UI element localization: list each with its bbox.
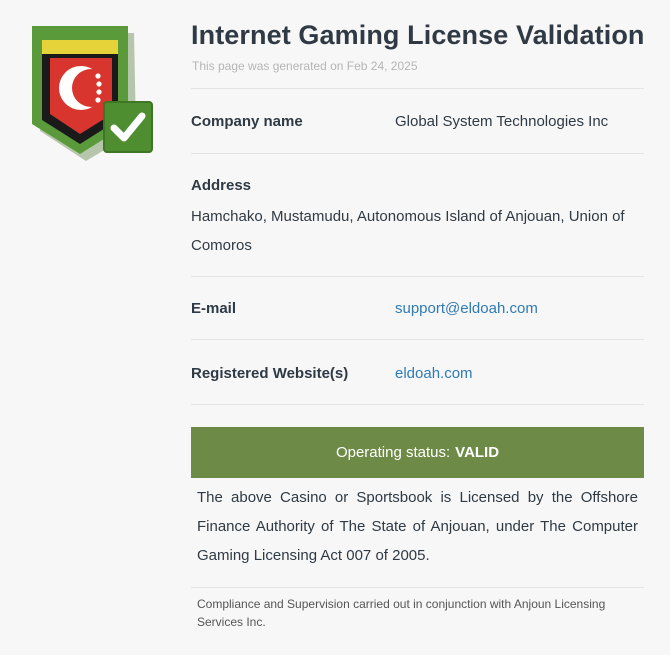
- website-link[interactable]: eldoah.com: [395, 365, 473, 382]
- status-value: VALID: [455, 444, 500, 461]
- address-label: Address: [191, 177, 252, 194]
- license-seal-logo: [32, 26, 153, 161]
- page-title: Internet Gaming License Validation: [191, 20, 645, 50]
- status-label: Operating status:: [335, 444, 451, 461]
- compliance-note: Compliance and Supervision carried out i…: [197, 597, 606, 629]
- divider: [191, 276, 644, 277]
- company-name-label: Company name: [191, 113, 303, 130]
- divider: [191, 404, 644, 405]
- divider: [191, 587, 644, 588]
- license-description: The above Casino or Sportsbook is Licens…: [197, 489, 638, 564]
- divider: [191, 153, 644, 154]
- website-label: Registered Website(s): [191, 365, 349, 382]
- divider: [191, 88, 644, 89]
- divider: [191, 339, 644, 340]
- address-value: Hamchako, Mustamudu, Autonomous Island o…: [191, 208, 625, 254]
- company-name-value: Global System Technologies Inc: [395, 113, 609, 130]
- generated-date: This page was generated on Feb 24, 2025: [192, 59, 418, 73]
- email-link[interactable]: support@eldoah.com: [395, 300, 538, 317]
- operating-status-banner: Operating status: VALID: [191, 427, 644, 478]
- email-label: E-mail: [191, 300, 237, 317]
